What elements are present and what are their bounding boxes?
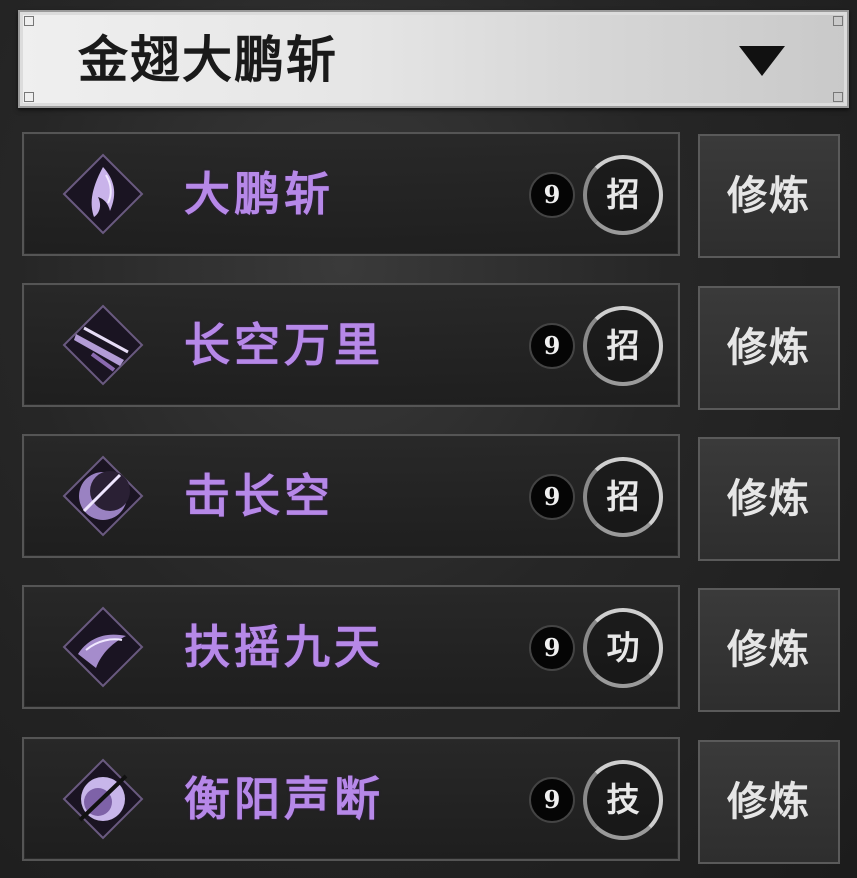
skill-level-badge: 9: [529, 323, 575, 369]
corner-ornament: [833, 16, 843, 26]
train-button[interactable]: 修炼: [698, 134, 840, 258]
skill-row: 长空万里 9 招: [22, 283, 680, 407]
skill-row: 大鹏斩 9 招: [22, 132, 680, 256]
feather-flame-icon: [62, 153, 144, 235]
skill-name: 扶摇九天: [184, 620, 384, 674]
skill-level-badge: 9: [529, 777, 575, 823]
skill-name: 大鹏斩: [184, 167, 334, 221]
skill-type-badge: 招: [583, 457, 663, 537]
skill-name: 衡阳声断: [184, 772, 384, 826]
skill-set-title: 金翅大鹏斩: [78, 30, 338, 89]
skill-row: 衡阳声断 9 技: [22, 737, 680, 861]
corner-ornament: [833, 92, 843, 102]
triangle-down-icon[interactable]: [739, 46, 785, 76]
train-button[interactable]: 修炼: [698, 437, 840, 561]
skill-level-badge: 9: [529, 172, 575, 218]
train-button[interactable]: 修炼: [698, 740, 840, 864]
skill-row: 扶摇九天 9 功: [22, 585, 680, 709]
skill-level-badge: 9: [529, 474, 575, 520]
skill-level-badge: 9: [529, 625, 575, 671]
wing-slash-icon: [62, 304, 144, 386]
rising-wind-icon: [62, 606, 144, 688]
skill-type-badge: 功: [583, 608, 663, 688]
train-button[interactable]: 修炼: [698, 588, 840, 712]
skill-set-dropdown[interactable]: 金翅大鹏斩: [18, 10, 849, 108]
corner-ornament: [24, 92, 34, 102]
skill-type-badge: 技: [583, 760, 663, 840]
skill-row: 击长空 9 招: [22, 434, 680, 558]
crescent-strike-icon: [62, 455, 144, 537]
skill-name: 击长空: [184, 469, 334, 523]
train-button[interactable]: 修炼: [698, 286, 840, 410]
corner-ornament: [24, 16, 34, 26]
moon-break-icon: [62, 758, 144, 840]
skill-type-badge: 招: [583, 306, 663, 386]
skill-name: 长空万里: [184, 318, 384, 372]
skill-type-badge: 招: [583, 155, 663, 235]
